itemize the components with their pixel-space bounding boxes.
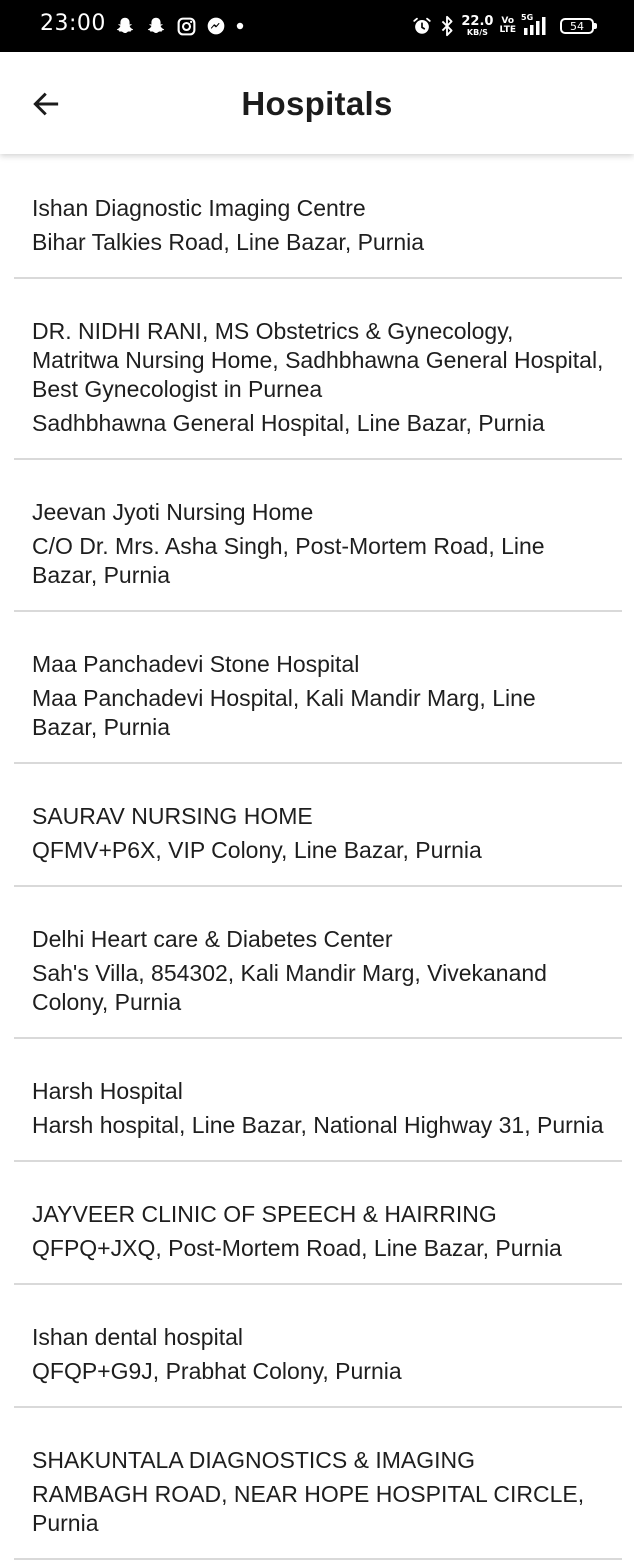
- hospital-address: Maa Panchadevi Hospital, Kali Mandir Mar…: [32, 685, 536, 740]
- hospital-address: Bihar Talkies Road, Line Bazar, Purnia: [32, 229, 425, 255]
- hospital-list-item[interactable]: Ishan dental hospital QFQP+G9J, Prabhat …: [14, 1285, 622, 1408]
- network-speed-indicator: 22.0 KB/S: [461, 15, 493, 37]
- status-bar: 23:00 22.0 KB/S Vo LTE 5G 54: [0, 0, 634, 52]
- snapchat-icon: [114, 15, 136, 37]
- hospital-list-item[interactable]: Jeevan Jyoti Nursing Home C/O Dr. Mrs. A…: [14, 460, 622, 612]
- hospital-list-item[interactable]: DR. NIDHI RANI, MS Obstetrics & Gynecolo…: [14, 279, 622, 460]
- hospital-list-item[interactable]: Ishan Diagnostic Imaging Centre Bihar Ta…: [14, 154, 622, 279]
- hospital-list-item[interactable]: JAYVEER CLINIC OF SPEECH & HAIRRING QFPQ…: [14, 1162, 622, 1285]
- hospital-address: C/O Dr. Mrs. Asha Singh, Post-Mortem Roa…: [32, 533, 545, 588]
- hospital-list-item[interactable]: SHAKUNTALA DIAGNOSTICS & IMAGING RAMBAGH…: [14, 1408, 622, 1560]
- hospital-name: Harsh Hospital: [32, 1078, 183, 1104]
- notification-icons: [114, 13, 245, 39]
- network-speed-value: 22.0: [461, 14, 494, 29]
- hospital-address: QFMV+P6X, VIP Colony, Line Bazar, Purnia: [32, 837, 482, 863]
- hospital-address: Sadhbhawna General Hospital, Line Bazar,…: [32, 410, 545, 436]
- page-title: Hospitals: [241, 85, 393, 122]
- alarm-icon: [411, 15, 433, 37]
- status-time: 23:00: [40, 11, 106, 36]
- hospital-address: QFQP+G9J, Prabhat Colony, Purnia: [32, 1358, 402, 1384]
- hospital-name: Maa Panchadevi Stone Hospital: [32, 651, 360, 677]
- hospital-list-item[interactable]: Delhi Heart care & Diabetes Center Sah's…: [14, 887, 622, 1039]
- hospital-name: DR. NIDHI RANI, MS Obstetrics & Gynecolo…: [32, 318, 604, 402]
- snapchat-icon: [145, 15, 167, 37]
- volte-bottom-label: LTE: [499, 25, 516, 35]
- system-icons: 22.0 KB/S Vo LTE 5G 54: [411, 12, 597, 40]
- hospital-address: RAMBAGH ROAD, NEAR HOPE HOSPITAL CIRCLE,…: [32, 1481, 585, 1536]
- hospital-name: Ishan dental hospital: [32, 1324, 243, 1350]
- battery-icon: 54: [560, 18, 597, 34]
- hospital-name: SAURAV NURSING HOME: [32, 803, 313, 829]
- volte-icon: Vo LTE: [499, 17, 516, 35]
- instagram-icon: [176, 16, 197, 37]
- hospital-name: Delhi Heart care & Diabetes Center: [32, 926, 393, 952]
- network-speed-unit: KB/S: [466, 28, 488, 37]
- battery-level: 54: [570, 19, 584, 33]
- hospital-list: Ishan Diagnostic Imaging Centre Bihar Ta…: [14, 154, 622, 1560]
- hospital-list-item[interactable]: Harsh Hospital Harsh hospital, Line Baza…: [14, 1039, 622, 1162]
- signal-5g-label: 5G: [521, 13, 534, 22]
- hospital-address: Harsh hospital, Line Bazar, National Hig…: [32, 1112, 604, 1138]
- hospital-address: Sah's Villa, 854302, Kali Mandir Marg, V…: [32, 960, 547, 1015]
- hospital-name: JAYVEER CLINIC OF SPEECH & HAIRRING: [32, 1201, 497, 1227]
- hospital-address: QFPQ+JXQ, Post-Mortem Road, Line Bazar, …: [32, 1235, 562, 1261]
- hospital-list-item[interactable]: Maa Panchadevi Stone Hospital Maa Pancha…: [14, 612, 622, 764]
- bluetooth-icon: [439, 15, 455, 37]
- hospital-name: Jeevan Jyoti Nursing Home: [32, 499, 314, 525]
- hospital-list-item[interactable]: SAURAV NURSING HOME QFMV+P6X, VIP Colony…: [14, 764, 622, 887]
- dot-icon: [235, 21, 245, 31]
- signal-icon: 5G: [521, 13, 550, 36]
- messenger-icon: [206, 16, 226, 36]
- app-bar: Hospitals: [0, 52, 634, 154]
- hospital-name: SHAKUNTALA DIAGNOSTICS & IMAGING: [32, 1447, 476, 1473]
- hospital-name: Ishan Diagnostic Imaging Centre: [32, 195, 366, 221]
